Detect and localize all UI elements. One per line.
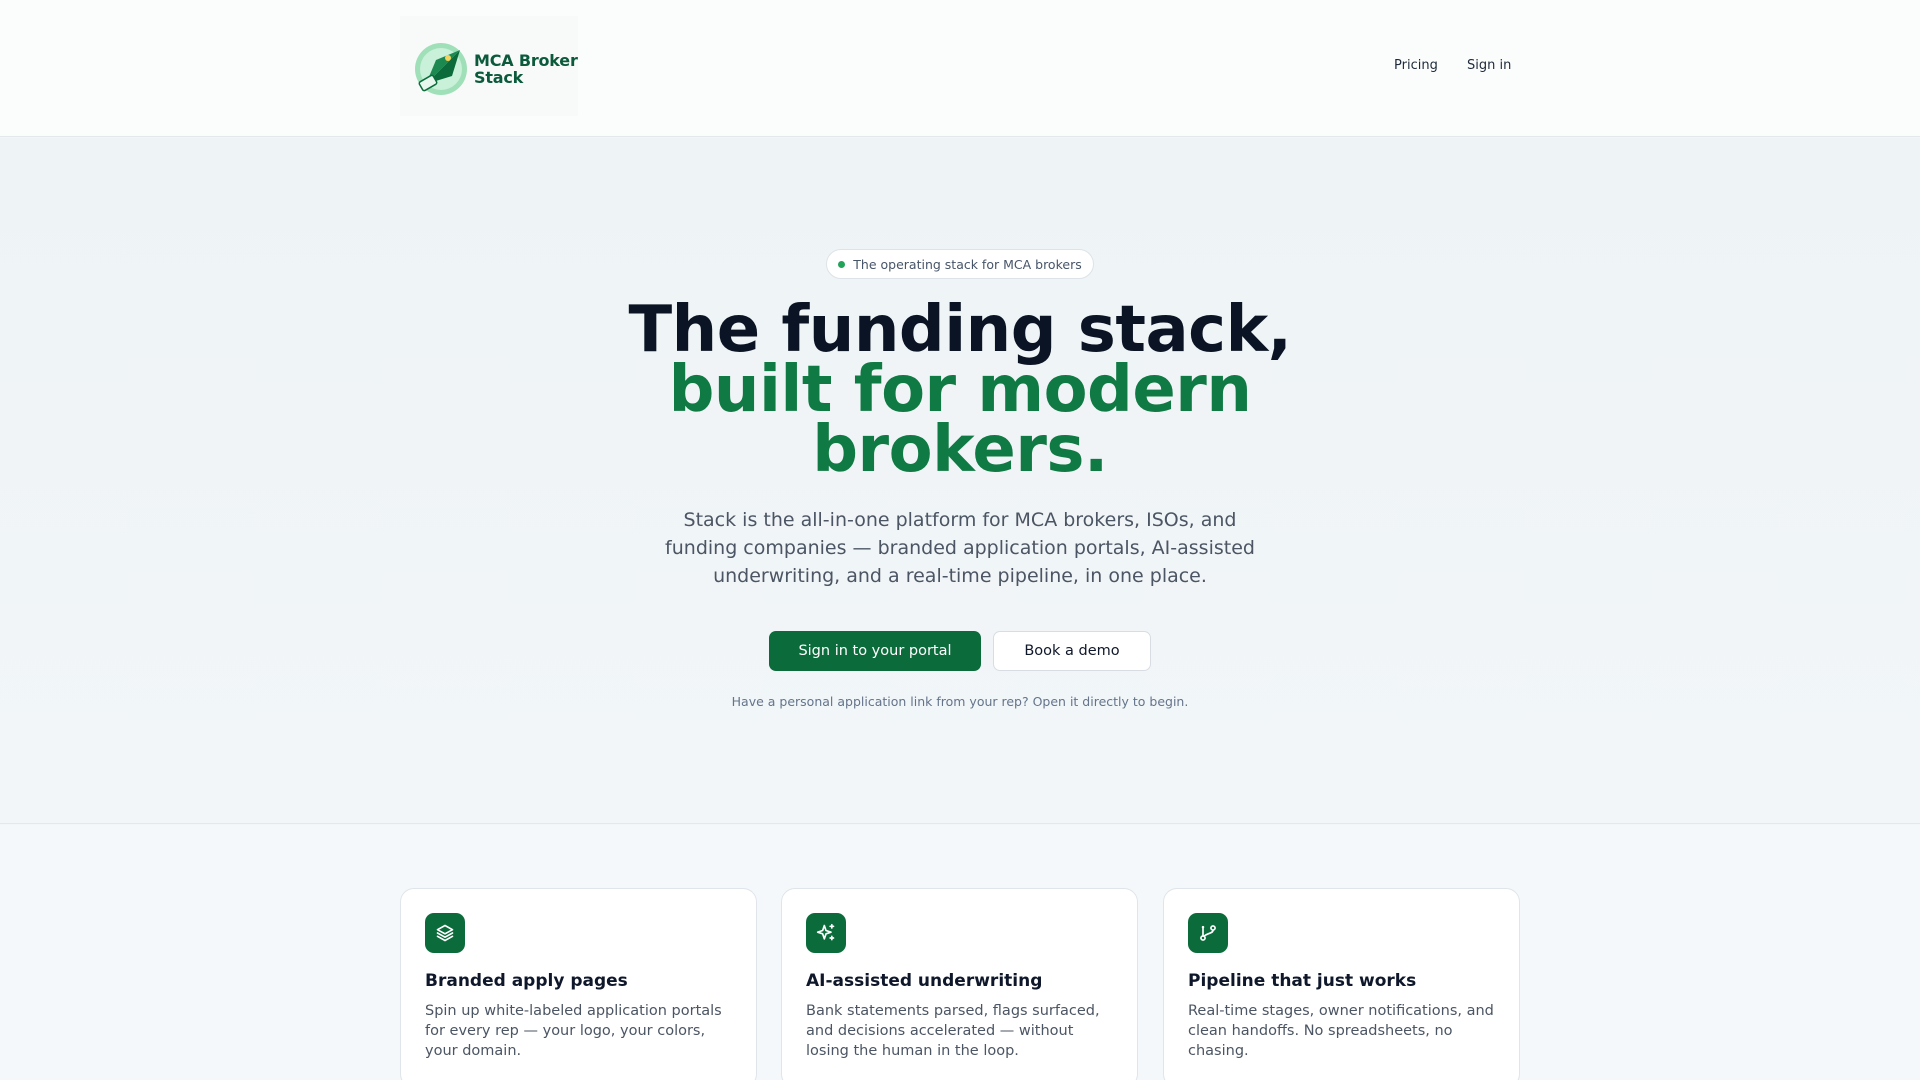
headline-line-2: built for modern — [668, 353, 1252, 427]
book-demo-button[interactable]: Book a demo — [993, 631, 1151, 671]
feature-card-branded-apply: Branded apply pages Spin up white-labele… — [400, 888, 757, 1080]
brand-name-line1: MCA Broker — [474, 51, 578, 70]
brand-name: MCA Broker Stack — [474, 52, 578, 86]
rocket-logo-icon — [415, 43, 467, 95]
feature-title: Pipeline that just works — [1188, 971, 1417, 991]
feature-title: Branded apply pages — [425, 971, 628, 991]
badge-text: The operating stack for MCA brokers — [853, 256, 1082, 272]
hero-subtitle: Stack is the all-in-one platform for MCA… — [665, 509, 1255, 587]
feature-description: Spin up white-labeled application portal… — [425, 1003, 722, 1059]
headline-line-1: The funding stack, — [628, 293, 1292, 367]
brand-name-line2: Stack — [474, 68, 524, 87]
brand-logo[interactable]: MCA Broker Stack — [400, 16, 578, 116]
application-link-hint: Have a personal application link from yo… — [731, 694, 1189, 709]
layers-icon — [425, 913, 465, 953]
feature-description: Bank statements parsed, flags surfaced, … — [806, 1003, 1100, 1059]
headline-line-3: brokers. — [812, 413, 1108, 487]
nav-sign-in-link[interactable]: Sign in — [1467, 58, 1511, 73]
tagline-badge: The operating stack for MCA brokers — [826, 249, 1094, 279]
git-branch-icon — [1188, 913, 1228, 953]
hero-headline: The funding stack, built for modern brok… — [560, 293, 1360, 487]
feature-title: AI-assisted underwriting — [806, 971, 1043, 991]
feature-card-ai-underwriting: AI-assisted underwriting Bank statements… — [781, 888, 1138, 1080]
sparkles-icon — [806, 913, 846, 953]
sign-in-portal-button[interactable]: Sign in to your portal — [769, 631, 981, 671]
site-header: MCA Broker Stack Pricing Sign in — [0, 0, 1920, 137]
feature-description: Real-time stages, owner notifications, a… — [1188, 1003, 1494, 1059]
feature-card-pipeline: Pipeline that just works Real-time stage… — [1163, 888, 1520, 1080]
nav-pricing-link[interactable]: Pricing — [1394, 58, 1438, 73]
status-dot-icon — [838, 260, 846, 268]
